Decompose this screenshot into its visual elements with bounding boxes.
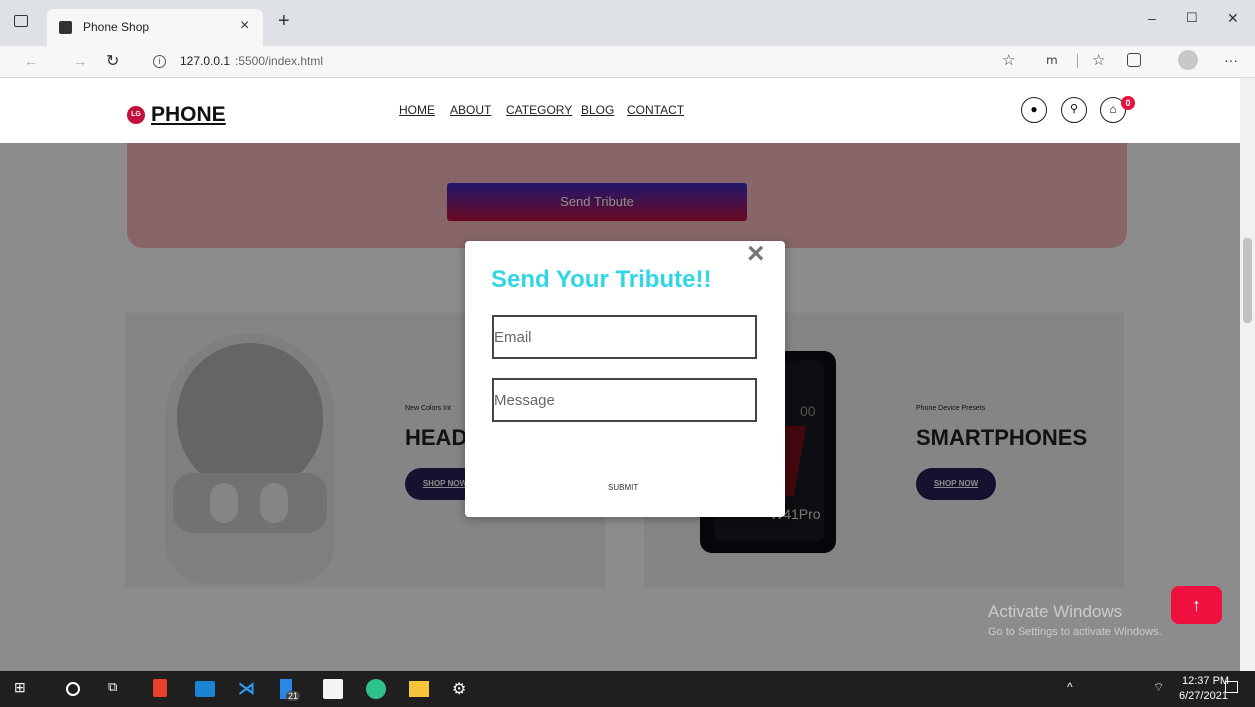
nav-category[interactable]: CATEGORY [506,103,572,117]
message-input[interactable]: Message [492,378,757,422]
tribute-modal: × Send Your Tribute!! Email Message SUBM… [465,237,785,517]
tray-chevron-icon[interactable]: ^ [1067,680,1073,694]
scrollbar-thumb[interactable] [1243,238,1252,323]
page-viewport: Send Tribute New Colors Int HEAD SHOP NO… [0,78,1240,671]
activation-watermark-title: Activate Windows [988,602,1123,621]
url-host[interactable]: 127.0.0.1 [180,54,230,68]
cart-count-badge: 0 [1121,96,1135,110]
windows-taskbar: ⊞ ⧉ ⋊ 21 ⚙ ^ ⌔ 12:37 PM 6/27/2021 [0,671,1255,707]
site-info-icon[interactable]: i [153,55,166,68]
nav-about[interactable]: ABOUT [450,103,491,117]
back-icon[interactable]: ← [24,53,38,69]
nav-contact[interactable]: CONTACT [627,103,684,117]
lg-logo-icon: LG [127,106,145,124]
email-input[interactable]: Email [492,315,757,359]
submit-button[interactable]: SUBMIT [608,483,638,492]
toolbar-divider [1077,54,1078,68]
office-icon[interactable] [153,679,167,697]
nav-home[interactable]: HOME [399,103,435,117]
url-path[interactable]: :5500/index.html [235,54,323,68]
address-bar-row: ← → ↻ i 127.0.0.1 :5500/index.html ☆ ⅿ ☆… [0,46,1255,78]
new-tab-button[interactable]: + [278,10,290,33]
store-icon[interactable] [323,679,343,699]
start-icon[interactable]: ⊞ [14,679,34,699]
profile-avatar[interactable] [1178,50,1198,70]
tab-actions-icon[interactable] [14,15,28,27]
activation-watermark-subtitle: Go to Settings to activate Windows. [988,626,1162,638]
taskbar-badge: 21 [286,691,301,701]
favorite-add-icon[interactable]: ☆ [1002,51,1015,69]
window-minimize-button[interactable]: – [1148,10,1156,26]
page-scrollbar[interactable] [1240,78,1255,671]
reload-icon[interactable]: ↻ [106,51,119,71]
vscode-icon[interactable]: ⋊ [238,679,258,699]
clock-time[interactable]: 12:37 PM [1182,675,1229,687]
window-close-button[interactable]: ✕ [1227,10,1239,27]
browser-tab[interactable]: Phone Shop × [47,9,263,46]
search-icon[interactable]: ⚲ [1061,97,1087,123]
close-icon[interactable]: × [747,237,765,271]
site-logo[interactable]: PHONE [151,103,226,127]
search-icon[interactable] [66,682,80,696]
notifications-icon[interactable] [1225,681,1238,693]
nav-blog[interactable]: BLOG [581,103,614,117]
tab-title: Phone Shop [83,20,150,34]
edge-icon[interactable] [366,679,386,699]
extension-icon[interactable]: ⅿ [1046,53,1058,67]
favorites-icon[interactable]: ☆ [1092,51,1105,69]
tray-network-icon[interactable]: ⌔ [1153,680,1164,695]
forward-icon[interactable]: → [73,53,87,69]
collections-icon[interactable] [1127,53,1141,67]
site-favicon-icon [59,21,72,34]
mail-icon[interactable] [195,681,215,697]
scroll-to-top-button[interactable]: ↑ [1171,586,1222,624]
site-header: LG PHONE HOME ABOUT CATEGORY BLOG CONTAC… [0,78,1240,143]
tab-close-icon[interactable]: × [240,17,249,35]
clock-date[interactable]: 6/27/2021 [1179,690,1228,702]
browser-menu-button[interactable]: ··· [1224,52,1238,68]
folder-icon[interactable] [409,681,429,697]
user-icon[interactable]: ● [1021,97,1047,123]
task-view-icon[interactable]: ⧉ [108,679,128,699]
browser-tab-bar: Phone Shop × + – ☐ ✕ [0,0,1255,46]
window-maximize-button[interactable]: ☐ [1186,10,1198,26]
settings-icon[interactable]: ⚙ [452,679,472,699]
modal-title: Send Your Tribute!! [491,266,712,293]
